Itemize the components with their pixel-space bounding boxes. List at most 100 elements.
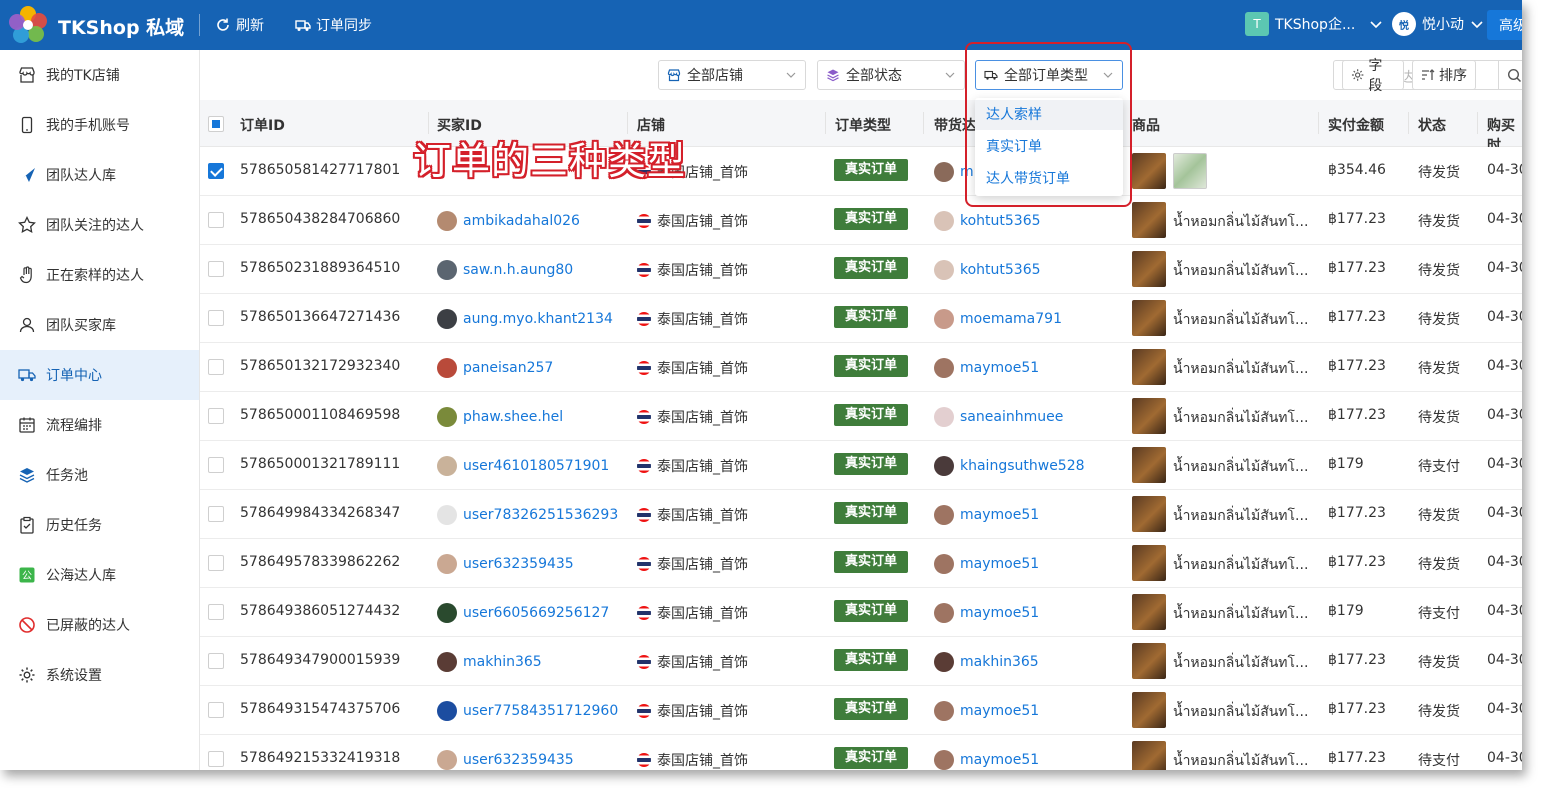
shop-select[interactable]: 全部店铺	[658, 60, 806, 90]
advanced-button[interactable]: 高级	[1487, 10, 1522, 40]
creator-id-link[interactable]: khaingsuthwe528	[934, 456, 1085, 476]
sidebar-item-label: 团队关注的达人	[46, 218, 144, 234]
paid-amount: ฿177.23	[1328, 211, 1386, 227]
row-checkbox[interactable]	[208, 653, 224, 669]
row-checkbox[interactable]	[208, 359, 224, 375]
buyer-id-link[interactable]: user4610180571901	[437, 456, 609, 476]
buyer-id-link[interactable]: user6605669256127	[437, 603, 609, 623]
sidebar-item-team-buyers[interactable]: 团队买家库	[0, 300, 199, 350]
creator-avatar	[934, 162, 954, 182]
row-checkbox[interactable]	[208, 506, 224, 522]
column-header-product[interactable]: 商品	[1132, 115, 1160, 135]
table-row[interactable]: 578649315474375706 user77584351712960 泰国…	[200, 686, 1522, 735]
gear-icon	[19, 667, 35, 683]
chevron-down-icon	[945, 72, 955, 78]
row-checkbox[interactable]	[208, 702, 224, 718]
buyer-id-link[interactable]: makhin365	[437, 652, 542, 672]
row-checkbox[interactable]	[208, 310, 224, 326]
product-name: น้ำหอมกลิ่นไม้สันทโ...	[1173, 753, 1309, 769]
buyer-id-link[interactable]: saw.n.h.aung80	[437, 260, 573, 280]
buyer-id-link[interactable]: user632359435	[437, 554, 574, 574]
sidebar-item-order-center[interactable]: 订单中心	[0, 350, 199, 400]
row-checkbox[interactable]	[208, 457, 224, 473]
column-header-order-type[interactable]: 订单类型	[835, 115, 891, 135]
table-row[interactable]: 578650001108469598 phaw.shee.hel 泰国店铺_首饰…	[200, 392, 1522, 441]
sidebar-item-blocked-creators[interactable]: 已屏蔽的达人	[0, 600, 199, 650]
column-header-order-id[interactable]: 订单ID	[240, 115, 285, 135]
creator-id-link[interactable]: moemama791	[934, 309, 1062, 329]
sidebar-item-team-creators[interactable]: 团队达人库	[0, 150, 199, 200]
status-select[interactable]: 全部状态	[817, 60, 965, 90]
creator-id-link[interactable]: maymoe51	[934, 750, 1039, 770]
row-checkbox[interactable]	[208, 555, 224, 571]
column-header-amount[interactable]: 实付金额	[1328, 115, 1384, 135]
creator-id-link[interactable]: maymoe51	[934, 701, 1039, 721]
buyer-id-link[interactable]: phaw.shee.hel	[437, 407, 563, 427]
column-header-status[interactable]: 状态	[1418, 115, 1446, 135]
sidebar-item-phone-accounts[interactable]: 我的手机账号	[0, 100, 199, 150]
sidebar-item-tk-shops[interactable]: 我的TK店铺	[0, 50, 199, 100]
table-row[interactable]: 578650581427717801 泰国店铺_首饰 真实订单 m ฿354.4…	[200, 147, 1522, 196]
creator-id-link[interactable]: maymoe51	[934, 505, 1039, 525]
creator-id-link[interactable]: maymoe51	[934, 554, 1039, 574]
buyer-id-link[interactable]: paneisan257	[437, 358, 553, 378]
buyer-id-link[interactable]: user78326251536293	[437, 505, 618, 525]
creator-id-link[interactable]: maymoe51	[934, 603, 1039, 623]
search-button[interactable]	[1498, 61, 1522, 89]
row-checkbox[interactable]	[208, 751, 224, 767]
row-checkbox[interactable]	[208, 163, 224, 179]
product-name: น้ำหอมกลิ่นไม้สันทโ...	[1173, 361, 1309, 377]
select-all-checkbox[interactable]	[208, 116, 224, 132]
sort-button[interactable]: 排序	[1412, 60, 1476, 90]
table-row[interactable]: 578649347900015939 makhin365 泰国店铺_首饰 真实订…	[200, 637, 1522, 686]
table-row[interactable]: 578649386051274432 user6605669256127 泰国店…	[200, 588, 1522, 637]
table-row[interactable]: 578650132172932340 paneisan257 泰国店铺_首饰 真…	[200, 343, 1522, 392]
purchase-time: 04-30	[1487, 456, 1522, 472]
row-checkbox[interactable]	[208, 408, 224, 424]
user-menu[interactable]: 悦 悦小动	[1392, 12, 1484, 36]
table-row[interactable]: 578649984334268347 user78326251536293 泰国…	[200, 490, 1522, 539]
buyer-id-link[interactable]: user632359435	[437, 750, 574, 770]
sidebar-item-public-creators[interactable]: 公 公海达人库	[0, 550, 199, 600]
sidebar-item-task-pool[interactable]: 任务池	[0, 450, 199, 500]
creator-id-link[interactable]: makhin365	[934, 652, 1039, 672]
buyer-avatar	[437, 603, 457, 623]
sidebar-item-followed-creators[interactable]: 团队关注的达人	[0, 200, 199, 250]
row-checkbox[interactable]	[208, 261, 224, 277]
purchase-time: 04-30	[1487, 603, 1522, 619]
row-checkbox[interactable]	[208, 212, 224, 228]
purchase-time: 04-30	[1487, 701, 1522, 717]
fields-button[interactable]: 字段	[1342, 58, 1404, 94]
refresh-button[interactable]: 刷新	[215, 15, 264, 35]
table-row[interactable]: 578650438284706860 ambikadahal026 泰国店铺_首…	[200, 196, 1522, 245]
buyer-id: user78326251536293	[463, 507, 619, 523]
sidebar-item-workflow[interactable]: 流程编排	[0, 400, 199, 450]
sidebar-item-sampling-creators[interactable]: 正在索样的达人	[0, 250, 199, 300]
creator-id-link[interactable]: saneainhmuee	[934, 407, 1063, 427]
creator-id-link[interactable]: kohtut5365	[934, 260, 1041, 280]
buyer-id-link[interactable]: user77584351712960	[437, 701, 618, 721]
order-sync-button[interactable]: 订单同步	[295, 15, 372, 35]
shop-cell: 泰国店铺_首饰	[637, 652, 748, 672]
table-row[interactable]: 578649215332419318 user632359435 泰国店铺_首饰…	[200, 735, 1522, 770]
tenant-switcher[interactable]: T TKShop企...	[1245, 12, 1383, 36]
product-thumbnail	[1132, 545, 1166, 581]
buyer-avatar	[437, 505, 457, 525]
table-row[interactable]: 578650001321789111 user4610180571901 泰国店…	[200, 441, 1522, 490]
block-icon	[19, 617, 35, 633]
sidebar-item-settings[interactable]: 系统设置	[0, 650, 199, 700]
buyer-id: ambikadahal026	[463, 213, 580, 229]
column-divider	[1318, 112, 1319, 134]
buyer-id-link[interactable]: aung.myo.khant2134	[437, 309, 613, 329]
creator-id-link[interactable]: kohtut5365	[934, 211, 1041, 231]
shop-name: 泰国店铺_首饰	[657, 606, 748, 622]
table-row[interactable]: 578650136647271436 aung.myo.khant2134 泰国…	[200, 294, 1522, 343]
buyer-id-link[interactable]: ambikadahal026	[437, 211, 580, 231]
table-row[interactable]: 578649578339862262 user632359435 泰国店铺_首饰…	[200, 539, 1522, 588]
creator-id-link[interactable]: maymoe51	[934, 358, 1039, 378]
sidebar-item-history-tasks[interactable]: 历史任务	[0, 500, 199, 550]
order-id: 578650231889364510	[240, 260, 401, 276]
row-checkbox[interactable]	[208, 604, 224, 620]
table-row[interactable]: 578650231889364510 saw.n.h.aung80 泰国店铺_首…	[200, 245, 1522, 294]
order-type-tag: 真实订单	[834, 208, 909, 230]
